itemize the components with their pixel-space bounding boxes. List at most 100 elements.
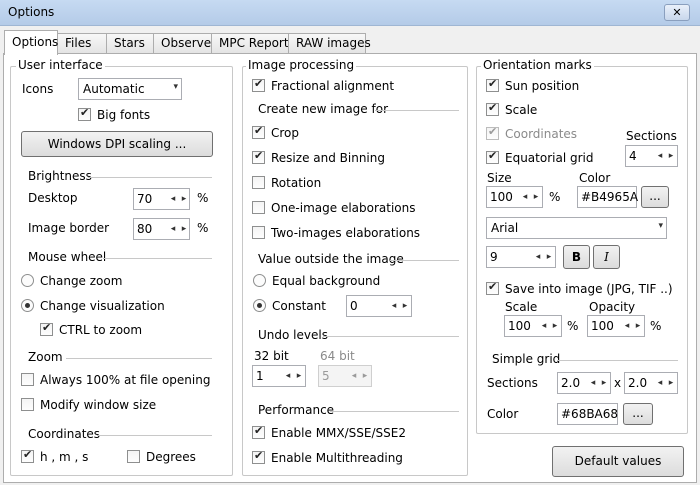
ctrl-to-zoom-checkbox[interactable]: [40, 321, 53, 336]
desktop-value: 70: [137, 192, 153, 206]
tab-files[interactable]: Files: [57, 33, 107, 53]
tab-observer[interactable]: Observer: [153, 33, 216, 53]
resize-binning-label: Resize and Binning: [271, 151, 385, 165]
desktop-spinner[interactable]: 70 ◂ ▸: [133, 188, 190, 210]
image-border-spinner[interactable]: 80 ◂ ▸: [133, 218, 190, 240]
mmx-checkbox[interactable]: [252, 424, 265, 439]
color-input[interactable]: #B4965A: [577, 186, 639, 208]
constant-spinner[interactable]: 0 ◂ ▸: [346, 295, 412, 317]
bit64-value: 5: [322, 369, 330, 383]
hms-checkbox[interactable]: [21, 448, 34, 463]
constant-radio[interactable]: [253, 299, 266, 312]
sg-x-spinner[interactable]: 2.0 ◂ ▸: [557, 372, 611, 394]
tab-options[interactable]: Options: [4, 30, 58, 55]
arrow-left-icon[interactable]: ◂: [622, 318, 632, 334]
user-interface-title: User interface: [16, 58, 105, 72]
arrow-right-icon[interactable]: ▸: [531, 189, 541, 205]
sections-value: 4: [629, 149, 637, 163]
two-images-label: Two-images elaborations: [271, 226, 421, 240]
big-fonts-checkbox[interactable]: [78, 106, 91, 121]
arrow-left-icon[interactable]: ◂: [389, 298, 399, 314]
bit32-spinner[interactable]: 1 ◂ ▸: [252, 365, 306, 387]
bit64-spinner: 5 ◂ ▸: [318, 365, 372, 387]
arrow-right-icon[interactable]: ▸: [666, 375, 676, 391]
window-title: Options: [8, 5, 55, 19]
tab-mpc-report[interactable]: MPC Report: [211, 33, 289, 53]
arrow-right-icon[interactable]: ▸: [400, 298, 410, 314]
resize-binning-checkbox[interactable]: [252, 149, 265, 164]
brightness-divider: [88, 177, 212, 178]
arrow-right-icon[interactable]: ▸: [633, 318, 643, 334]
scale-checkbox[interactable]: [486, 101, 499, 116]
degrees-checkbox[interactable]: [127, 450, 140, 463]
tab-stars[interactable]: Stars: [106, 33, 154, 53]
value-outside-divider: [390, 260, 459, 261]
sg-y-spinner[interactable]: 2.0 ◂ ▸: [624, 372, 678, 394]
arrow-right-icon[interactable]: ▸: [179, 191, 189, 207]
two-images-checkbox[interactable]: [252, 226, 265, 239]
sg-color-browse-button[interactable]: ...: [623, 403, 653, 425]
equal-background-radio[interactable]: [253, 274, 266, 287]
mouse-wheel-label: Mouse wheel: [26, 250, 109, 264]
sg-sections-label: Sections: [487, 376, 538, 390]
modify-window-size-checkbox[interactable]: [21, 398, 34, 411]
font-size-spinner[interactable]: 9 ◂ ▸: [486, 246, 556, 268]
arrow-left-icon[interactable]: ◂: [168, 191, 178, 207]
opacity-spinner[interactable]: 100 ◂ ▸: [587, 315, 645, 337]
arrow-right-icon[interactable]: ▸: [294, 368, 304, 384]
arrow-left-icon[interactable]: ◂: [655, 148, 665, 164]
sg-color-input[interactable]: #68BA68: [557, 403, 618, 425]
multithreading-checkbox[interactable]: [252, 449, 265, 464]
icons-select[interactable]: Automatic ▾: [78, 78, 182, 100]
size-label: Size: [487, 171, 512, 185]
color-value: #B4965A: [581, 190, 639, 204]
arrow-right-icon[interactable]: ▸: [666, 148, 676, 164]
arrow-left-icon[interactable]: ◂: [283, 368, 293, 384]
arrow-right-icon[interactable]: ▸: [599, 375, 609, 391]
create-new-image-divider: [375, 110, 459, 111]
desktop-label: Desktop: [28, 191, 78, 205]
default-values-button[interactable]: Default values: [552, 446, 684, 477]
sun-position-checkbox[interactable]: [486, 77, 499, 92]
zoom-label: Zoom: [26, 350, 65, 364]
sections-spinner[interactable]: 4 ◂ ▸: [625, 145, 678, 167]
bold-button[interactable]: B: [563, 245, 590, 269]
simple-grid-label: Simple grid: [490, 352, 563, 366]
arrow-left-icon[interactable]: ◂: [533, 249, 543, 265]
tab-raw-images[interactable]: RAW images: [288, 33, 371, 53]
arrow-left-icon[interactable]: ◂: [520, 189, 530, 205]
save-into-image-checkbox[interactable]: [486, 280, 499, 295]
font-select[interactable]: Arial ▾: [486, 217, 667, 239]
orientation-marks-title: Orientation marks: [481, 58, 594, 72]
bit64-label: 64 bit: [320, 349, 355, 363]
size-spinner[interactable]: 100 ◂ ▸: [486, 186, 543, 208]
scale-spinner[interactable]: 100 ◂ ▸: [504, 315, 562, 337]
arrow-left-icon[interactable]: ◂: [168, 221, 178, 237]
bit32-label: 32 bit: [254, 349, 289, 363]
arrow-right-icon[interactable]: ▸: [550, 318, 560, 334]
desktop-percent: %: [197, 191, 209, 205]
fractional-alignment-label: Fractional alignment: [271, 79, 395, 93]
arrow-left-icon[interactable]: ◂: [539, 318, 549, 334]
change-visualization-radio[interactable]: [21, 299, 34, 312]
mouse-wheel-divider: [103, 258, 212, 259]
color-browse-button[interactable]: ...: [641, 186, 669, 208]
equatorial-grid-checkbox[interactable]: [486, 149, 499, 164]
coordinates-checkbox: [486, 125, 499, 140]
crop-checkbox[interactable]: [252, 124, 265, 139]
arrow-right-icon[interactable]: ▸: [544, 249, 554, 265]
arrow-right-icon[interactable]: ▸: [179, 221, 189, 237]
dpi-scaling-button[interactable]: Windows DPI scaling ...: [21, 131, 213, 157]
always-100-checkbox[interactable]: [21, 373, 34, 386]
close-button[interactable]: ✕: [664, 4, 690, 21]
italic-button[interactable]: I: [593, 245, 620, 269]
title-bar: Options ✕: [0, 0, 700, 26]
change-zoom-radio[interactable]: [21, 274, 34, 287]
fractional-alignment-checkbox[interactable]: [252, 77, 265, 92]
rotation-checkbox[interactable]: [252, 176, 265, 189]
one-image-checkbox[interactable]: [252, 201, 265, 214]
degrees-label: Degrees: [146, 450, 196, 464]
arrow-left-icon[interactable]: ◂: [588, 375, 598, 391]
arrow-left-icon[interactable]: ◂: [655, 375, 665, 391]
coordinates-divider: [97, 435, 212, 436]
